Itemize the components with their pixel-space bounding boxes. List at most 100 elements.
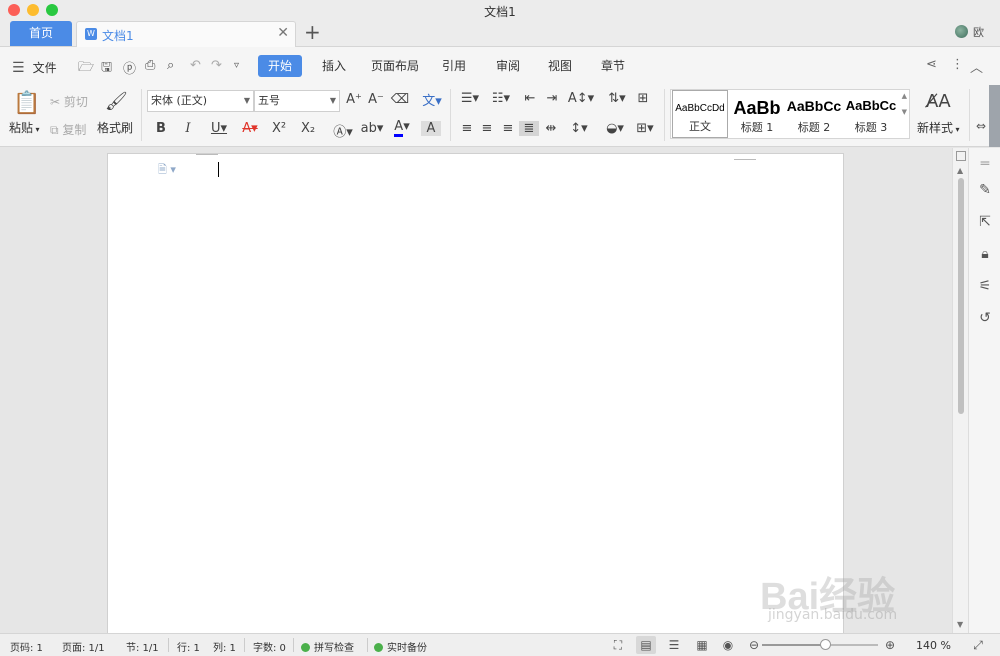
ribbon-expand-handle[interactable] — [989, 85, 1000, 147]
styles-scroll-up-icon[interactable]: ▲ — [902, 92, 907, 100]
phonetic-guide-icon[interactable]: 文▾ — [418, 90, 446, 109]
customize-quick-access-icon[interactable]: ▿ — [234, 60, 239, 71]
save-icon[interactable]: 🖫 — [101, 58, 112, 80]
drag-handle-icon[interactable]: ═ — [976, 156, 994, 172]
sort-icon[interactable]: ⇅▾ — [604, 91, 630, 106]
font-color-icon[interactable]: A▾ — [388, 119, 416, 137]
strikethrough-icon[interactable]: A▾ — [236, 121, 264, 136]
style-heading-3[interactable]: AaBbCc 标题 3 — [843, 90, 899, 138]
borders-icon[interactable]: ⊞▾ — [632, 121, 658, 136]
font-name-select[interactable]: 宋体 (正文) ▼ — [147, 90, 254, 112]
collapse-ribbon-icon[interactable]: ︿ — [970, 57, 983, 76]
user-account[interactable]: 欧 — [955, 24, 984, 40]
tab-chapter[interactable]: 章节 — [591, 55, 635, 77]
style-normal[interactable]: AaBbCcDd 正文 — [672, 90, 728, 138]
grow-font-icon[interactable]: A⁺ — [344, 92, 364, 107]
zoom-level[interactable]: 140 % — [916, 639, 951, 652]
style-name: 标题 2 — [797, 121, 831, 134]
new-tab-button[interactable]: + — [304, 21, 321, 43]
pen-icon[interactable]: ✎ — [976, 182, 994, 198]
underline-icon[interactable]: U▾ — [205, 121, 233, 136]
lock-icon[interactable]: 🔒︎ — [976, 246, 994, 262]
format-icon[interactable]: ⓟ — [123, 58, 136, 77]
tab-start[interactable]: 开始 — [258, 55, 303, 77]
paste-button[interactable]: 粘贴 ▾ — [9, 119, 40, 136]
close-tab-icon[interactable]: ✕ — [277, 25, 289, 41]
bold-icon[interactable]: B — [151, 121, 171, 136]
highlight-icon[interactable]: ab▾ — [358, 121, 386, 136]
title-bar: 文档1 — [0, 0, 1000, 20]
style-heading-2[interactable]: AaBbCc 标题 2 — [786, 90, 842, 138]
scrollbar-thumb[interactable] — [958, 178, 964, 414]
settings-sliders-icon[interactable]: ⚟ — [976, 278, 994, 294]
word-count[interactable]: 字数: 0 — [253, 639, 286, 654]
spell-check-toggle[interactable]: 拼写检查 — [301, 639, 354, 654]
redo-icon[interactable]: ↷ — [211, 58, 222, 73]
distribute-icon[interactable]: ⇹ — [541, 121, 561, 136]
backup-toggle[interactable]: 实时备份 — [374, 639, 427, 654]
style-heading-1[interactable]: AaBb 标题 1 — [729, 90, 785, 138]
new-style-icon[interactable]: A̸A — [926, 91, 951, 112]
page-count[interactable]: 页面: 1/1 — [62, 639, 105, 654]
char-shading-icon[interactable]: A — [421, 121, 441, 136]
history-icon[interactable]: ↺ — [976, 310, 994, 326]
tab-view[interactable]: 视图 — [538, 55, 582, 77]
split-view-icon[interactable] — [956, 151, 966, 161]
show-marks-icon[interactable]: ⊞ — [633, 91, 653, 106]
zoom-slider[interactable] — [762, 639, 878, 650]
tab-page-layout[interactable]: 页面布局 — [361, 55, 429, 77]
align-right-icon[interactable]: ≡ — [498, 121, 518, 136]
print-icon[interactable]: ⎙ — [145, 58, 155, 73]
open-folder-icon[interactable]: 🗁 — [78, 58, 94, 80]
align-center-icon[interactable]: ≡ — [477, 121, 497, 136]
subscript-icon[interactable]: X₂ — [298, 121, 318, 136]
web-view-icon[interactable]: ▦ — [692, 636, 712, 654]
paragraph-menu-icon[interactable]: 🗎 ▾ — [158, 161, 176, 180]
zoom-slider-knob[interactable] — [820, 639, 831, 650]
text-direction-icon[interactable]: A↕▾ — [567, 91, 595, 106]
clipboard-icon[interactable]: 📋 — [13, 91, 40, 116]
share-icon[interactable]: ⋖ — [926, 57, 937, 72]
divider — [664, 89, 665, 141]
line-spacing-icon[interactable]: ↕▾ — [566, 121, 592, 136]
numbered-list-icon[interactable]: ☷▾ — [488, 91, 514, 106]
new-style-button[interactable]: 新样式 ▾ — [917, 119, 960, 136]
select-pointer-icon[interactable]: ⇱ — [976, 214, 994, 230]
tab-document[interactable]: W 文档1 ✕ — [76, 21, 296, 47]
zoom-in-icon[interactable]: ⊕ — [880, 636, 900, 654]
font-size-select[interactable]: 五号 ▼ — [254, 90, 340, 112]
shrink-font-icon[interactable]: A⁻ — [366, 92, 386, 107]
page-view-icon[interactable]: ▤ — [636, 636, 656, 654]
tab-document-label: 文档1 — [102, 29, 134, 43]
tab-home[interactable]: 首页 — [10, 21, 72, 46]
undo-icon[interactable]: ↶ — [190, 58, 201, 73]
more-options-icon[interactable]: ⋮ — [951, 57, 964, 72]
cut-button[interactable]: ✂ 剪切 — [50, 93, 88, 110]
styles-scroll-down-icon[interactable]: ▼ — [902, 108, 907, 116]
format-painter-icon[interactable]: 🖌 — [105, 91, 128, 112]
tab-review[interactable]: 审阅 — [486, 55, 530, 77]
print-preview-icon[interactable]: ⌕ — [167, 58, 174, 73]
scroll-up-icon[interactable]: ▲ — [957, 166, 963, 175]
fit-window-icon[interactable]: ⤢ — [968, 636, 988, 654]
superscript-icon[interactable]: X² — [269, 121, 289, 136]
document-page[interactable]: 🗎 ▾ — [107, 153, 844, 643]
fullscreen-view-icon[interactable]: ⛶ — [608, 636, 628, 654]
increase-indent-icon[interactable]: ⇥ — [542, 91, 562, 106]
bullet-list-icon[interactable]: ☰▾ — [457, 91, 483, 106]
format-painter-button[interactable]: 格式刷 — [97, 119, 133, 136]
align-left-icon[interactable]: ≡ — [457, 121, 477, 136]
zoom-out-icon[interactable]: ⊖ — [744, 636, 764, 654]
justify-icon[interactable]: ≣ — [519, 121, 539, 136]
italic-icon[interactable]: I — [178, 121, 198, 136]
text-effect-icon[interactable]: Ⓐ▾ — [330, 121, 356, 140]
copy-button[interactable]: ⧉ 复制 — [50, 121, 86, 138]
shading-icon[interactable]: ◒▾ — [602, 121, 628, 136]
outline-view-icon[interactable]: ☰ — [664, 636, 684, 654]
clear-format-icon[interactable]: ⌫ — [390, 92, 410, 107]
file-menu-button[interactable]: ☰ 文件 — [12, 59, 57, 76]
eye-protection-icon[interactable]: ◉ — [718, 636, 738, 654]
tab-references[interactable]: 引用 — [432, 55, 476, 77]
tab-insert[interactable]: 插入 — [312, 55, 356, 77]
decrease-indent-icon[interactable]: ⇤ — [520, 91, 540, 106]
